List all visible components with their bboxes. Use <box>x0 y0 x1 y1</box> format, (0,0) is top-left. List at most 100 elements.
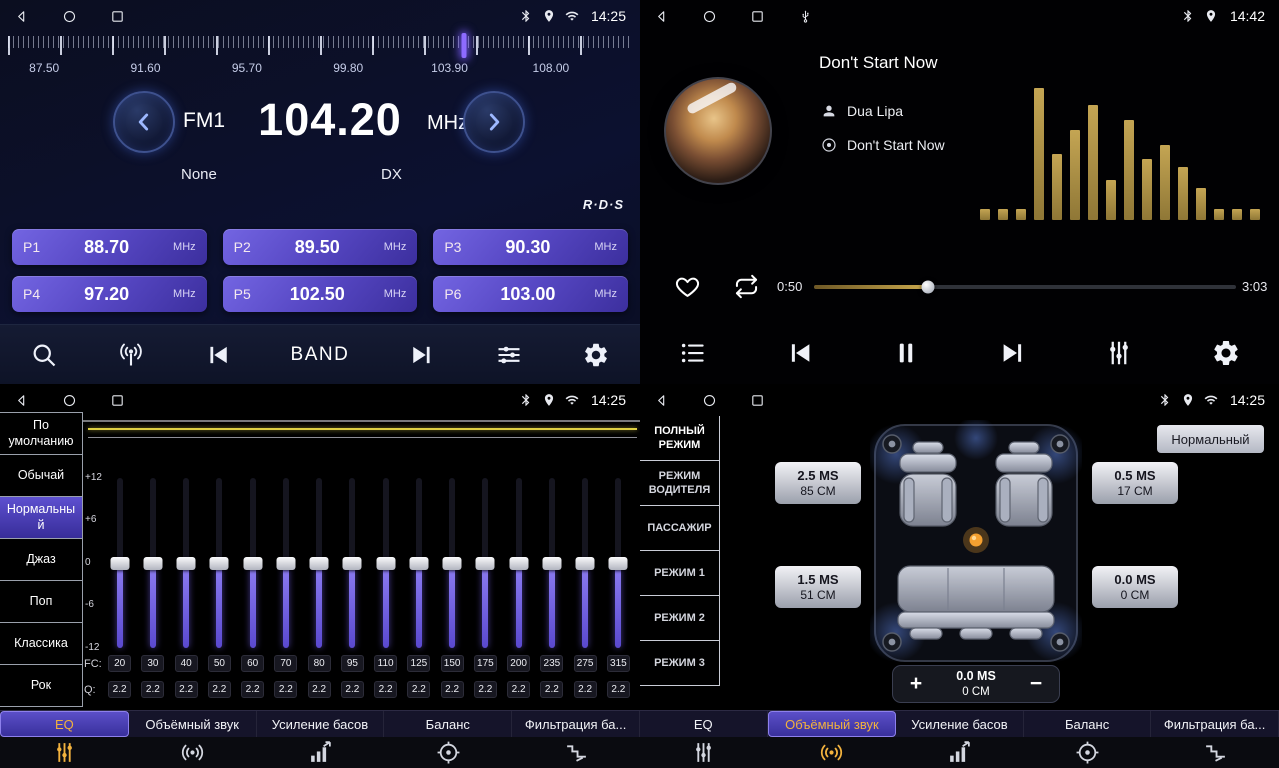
eq-band-slider[interactable] <box>502 478 535 648</box>
back-icon[interactable] <box>654 9 669 24</box>
search-icon[interactable] <box>30 341 58 369</box>
preset-button-p1[interactable]: P188.70MHz <box>12 229 207 265</box>
tab-bass-boost[interactable]: Усиление басов <box>896 711 1024 737</box>
bass-boost-icon[interactable] <box>896 737 1024 768</box>
previous-station-icon[interactable] <box>204 341 232 369</box>
home-icon[interactable] <box>702 393 717 408</box>
eq-band-slider[interactable] <box>170 478 203 648</box>
tab-balance[interactable]: Баланс <box>384 711 512 737</box>
eq-slider-handle[interactable] <box>143 557 162 570</box>
eq-slider-handle[interactable] <box>609 557 628 570</box>
tune-up-button[interactable] <box>463 91 525 153</box>
recents-icon[interactable] <box>110 9 125 24</box>
preset-button-p4[interactable]: P497.20MHz <box>12 276 207 312</box>
eq-preset-item[interactable]: Джаз <box>0 539 82 581</box>
eq-band-slider[interactable] <box>602 478 635 648</box>
bass-boost-icon[interactable] <box>256 737 384 768</box>
station-scan-icon[interactable] <box>117 341 145 369</box>
eq-preset-item[interactable]: Рок <box>0 665 82 707</box>
back-icon[interactable] <box>14 9 29 24</box>
surround-mode-item[interactable]: РЕЖИМ 1 <box>640 551 719 596</box>
pause-icon[interactable] <box>891 338 921 368</box>
eq-band-slider[interactable] <box>236 478 269 648</box>
eq-band-slider[interactable] <box>535 478 568 648</box>
eq-band-slider[interactable] <box>369 478 402 648</box>
eq-preset-item[interactable]: Поп <box>0 581 82 623</box>
eq-band-slider[interactable] <box>136 478 169 648</box>
eq-slider-handle[interactable] <box>343 557 362 570</box>
eq-preset-item[interactable]: По умолчанию <box>0 413 82 455</box>
recents-icon[interactable] <box>110 393 125 408</box>
eq-band-slider[interactable] <box>402 478 435 648</box>
recents-icon[interactable] <box>750 9 765 24</box>
eq-band-slider[interactable] <box>203 478 236 648</box>
eq-slider-handle[interactable] <box>310 557 329 570</box>
surround-sound-icon[interactable] <box>768 737 896 768</box>
playlist-icon[interactable] <box>678 338 708 368</box>
favorite-heart-icon[interactable] <box>674 273 701 300</box>
mixer-icon[interactable] <box>1104 338 1134 368</box>
eq-band-slider[interactable] <box>469 478 502 648</box>
home-icon[interactable] <box>62 393 77 408</box>
eq-slider-handle[interactable] <box>210 557 229 570</box>
tab-balance[interactable]: Баланс <box>1024 711 1152 737</box>
home-icon[interactable] <box>702 9 717 24</box>
tab-surround-sound[interactable]: Объёмный звук <box>768 711 897 737</box>
home-icon[interactable] <box>62 9 77 24</box>
rear-left-delay-button[interactable]: 1.5 MS 51 CM <box>775 566 861 608</box>
eq-slider-handle[interactable] <box>542 557 561 570</box>
tab-eq[interactable]: EQ <box>640 711 768 737</box>
preset-button-p5[interactable]: P5102.50MHz <box>223 276 418 312</box>
eq-preset-item[interactable]: Классика <box>0 623 82 665</box>
settings-gear-icon[interactable] <box>1211 338 1241 368</box>
back-icon[interactable] <box>14 393 29 408</box>
eq-sliders-icon[interactable] <box>640 737 768 768</box>
eq-slider-handle[interactable] <box>276 557 295 570</box>
eq-slider-handle[interactable] <box>376 557 395 570</box>
surround-mode-item[interactable]: ПОЛНЫЙ РЕЖИМ <box>640 416 719 461</box>
eq-sliders-icon[interactable] <box>0 737 128 768</box>
balance-icon[interactable] <box>1023 737 1151 768</box>
band-button[interactable]: BAND <box>291 344 350 366</box>
preset-button-p3[interactable]: P390.30MHz <box>433 229 628 265</box>
eq-preset-item[interactable]: Нормальный <box>0 497 82 539</box>
eq-slider-handle[interactable] <box>476 557 495 570</box>
previous-track-icon[interactable] <box>785 338 815 368</box>
tab-filter[interactable]: Фильтрация ба... <box>1151 711 1279 737</box>
eq-slider-handle[interactable] <box>110 557 129 570</box>
recents-icon[interactable] <box>750 393 765 408</box>
sound-profile-button[interactable]: Нормальный <box>1157 425 1264 453</box>
eq-band-slider[interactable] <box>336 478 369 648</box>
next-station-icon[interactable] <box>408 341 436 369</box>
seek-thumb[interactable] <box>921 281 934 294</box>
frequency-scale[interactable]: 87.5091.6095.7099.80103.90108.00 <box>8 36 632 80</box>
surround-mode-item[interactable]: РЕЖИМ 2 <box>640 596 719 641</box>
tab-bass-boost[interactable]: Усиление басов <box>257 711 385 737</box>
eq-preset-item[interactable]: Обычай <box>0 455 82 497</box>
seek-bar[interactable] <box>814 285 1236 289</box>
eq-slider-handle[interactable] <box>409 557 428 570</box>
tab-eq[interactable]: EQ <box>0 711 129 737</box>
increase-delay-button[interactable]: + <box>904 672 928 696</box>
rear-right-delay-button[interactable]: 0.0 MS 0 CM <box>1092 566 1178 608</box>
repeat-icon[interactable] <box>733 273 760 300</box>
decrease-delay-button[interactable]: − <box>1024 672 1048 696</box>
next-track-icon[interactable] <box>998 338 1028 368</box>
front-right-delay-button[interactable]: 0.5 MS 17 CM <box>1092 462 1178 504</box>
eq-slider-handle[interactable] <box>177 557 196 570</box>
eq-band-slider[interactable] <box>436 478 469 648</box>
balance-icon[interactable] <box>384 737 512 768</box>
filter-icon[interactable] <box>512 737 640 768</box>
surround-mode-item[interactable]: ПАССАЖИР <box>640 506 719 551</box>
eq-slider-handle[interactable] <box>443 557 462 570</box>
surround-sound-icon[interactable] <box>128 737 256 768</box>
back-icon[interactable] <box>654 393 669 408</box>
tab-filter[interactable]: Фильтрация ба... <box>512 711 640 737</box>
preset-button-p6[interactable]: P6103.00MHz <box>433 276 628 312</box>
eq-band-slider[interactable] <box>303 478 336 648</box>
preset-button-p2[interactable]: P289.50MHz <box>223 229 418 265</box>
surround-mode-item[interactable]: РЕЖИМ ВОДИТЕЛЯ <box>640 461 719 506</box>
eq-band-slider[interactable] <box>269 478 302 648</box>
eq-slider-handle[interactable] <box>243 557 262 570</box>
eq-band-slider[interactable] <box>103 478 136 648</box>
